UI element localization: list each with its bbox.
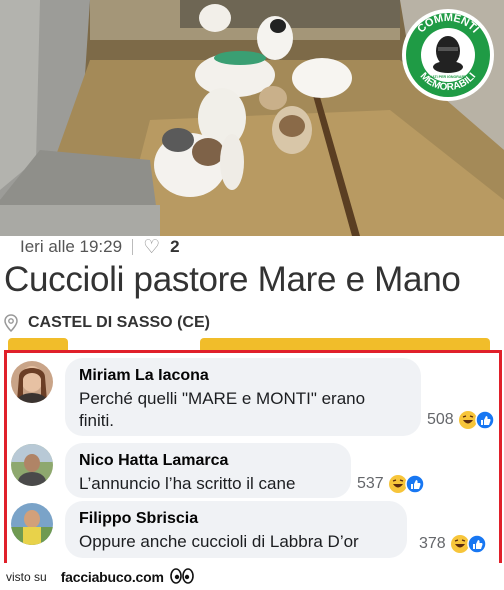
reaction-count: 378 [419,535,446,552]
commenti-memorabili-badge: COMMENTI MEMORABILI NATI PER IGNORARE [402,9,494,101]
comment-bubble: Filippo Sbriscia Oppure anche cuccioli d… [65,501,407,558]
comment-item: Nico Hatta Lamarca L’annuncio l’ha scrit… [7,441,499,501]
comment-text-line: L’annuncio l’ha scritto il cane [79,474,296,493]
badge-tag: NATI PER IGNORARE [430,75,467,79]
action-buttons-strip [0,338,504,350]
reaction-count: 508 [427,411,454,428]
comment-bubble: Miriam La Iacona Perché quelli "MARE e M… [65,358,421,436]
contact-button[interactable] [200,338,490,350]
listing-time: Ieri alle 19:29 [20,237,123,256]
reaction-count: 537 [357,475,384,492]
comment-author[interactable]: Filippo Sbriscia [79,509,393,529]
meta-divider [132,239,134,255]
comment-item: Filippo Sbriscia Oppure anche cuccioli d… [7,501,499,561]
comment-text-line: finiti. [79,411,114,430]
eyes-logo-icon [169,567,194,584]
listing-meta: Ieri alle 19:29 ♡ 2 [20,236,180,258]
comment-author[interactable]: Miriam La Iacona [79,366,407,386]
avatar-image [11,503,53,545]
haha-like-reaction-icon [450,534,487,554]
location-text: CASTEL DI SASSO (CE) [28,314,210,331]
haha-like-reaction-icon [388,474,425,494]
avatar-image [11,444,53,486]
footer: visto su facciabuco.com [0,563,504,590]
reaction-summary[interactable]: 508 [427,410,496,430]
listing-likes: 2 [170,237,180,256]
visto-su-label: visto su [6,569,47,584]
avatar-image [11,361,53,403]
comments-panel: Miriam La Iacona Perché quelli "MARE e M… [4,350,502,566]
listing-card: Ieri alle 19:29 ♡ 2 Cuccioli pastore Mar… [0,236,504,350]
avatar[interactable] [11,361,53,403]
listing-location: CASTEL DI SASSO (CE) [4,314,210,332]
haha-like-reaction-icon [458,410,495,430]
comment-text-line: Perché quelli "MARE e MONTI" erano [79,389,366,408]
phone-button[interactable] [8,338,68,350]
listing-photo: COMMENTI MEMORABILI NATI PER IGNORARE [0,0,504,236]
heart-icon[interactable]: ♡ [143,238,160,257]
avatar[interactable] [11,503,53,545]
comment-text-line: Oppure anche cuccioli di Labbra D’or [79,532,359,551]
reaction-summary[interactable]: 378 [419,534,488,554]
location-pin-icon [4,314,18,332]
comment-author[interactable]: Nico Hatta Lamarca [79,451,337,471]
brand-name[interactable]: facciabuco.com [61,569,164,585]
reaction-summary[interactable]: 537 [357,474,426,494]
avatar[interactable] [11,444,53,486]
comment-bubble: Nico Hatta Lamarca L’annuncio l’ha scrit… [65,443,351,498]
listing-title: Cuccioli pastore Mare e Mano [4,260,461,299]
comment-item: Miriam La Iacona Perché quelli "MARE e M… [7,353,499,443]
